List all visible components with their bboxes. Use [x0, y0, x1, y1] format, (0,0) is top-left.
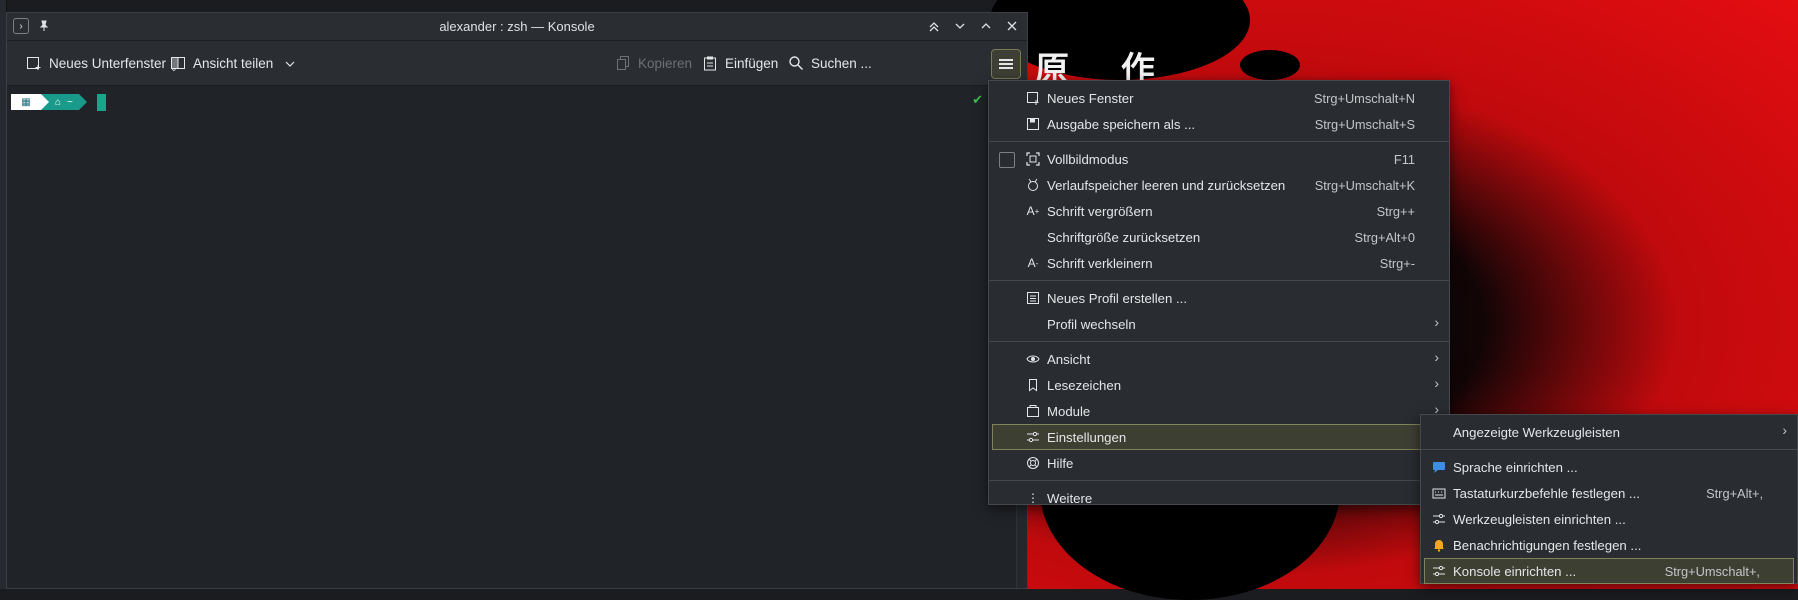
menu-separator — [989, 480, 1449, 481]
submenu-item-shown-toolbars[interactable]: Angezeigte Werkzeugleisten › — [1421, 419, 1797, 445]
bell-icon — [1431, 537, 1447, 553]
fullscreen-icon — [1025, 151, 1041, 167]
submenu-item-shortcuts[interactable]: Tastaturkurzbefehle festlegen ... Strg+A… — [1421, 480, 1797, 506]
new-tab-icon — [25, 54, 43, 72]
hamburger-menu: Neues Fenster Strg+Umschalt+N Ausgabe sp… — [988, 80, 1450, 506]
submenu-item-configure-konsole[interactable]: Konsole einrichten ... Strg+Umschalt+, — [1424, 558, 1794, 584]
prompt-directory: ⌂ ~ — [49, 94, 79, 110]
chevron-right-icon: › — [1434, 375, 1439, 391]
chevron-right-icon: › — [1782, 422, 1787, 438]
menu-item-more[interactable]: ⋮ Weitere — [989, 485, 1449, 511]
search-icon — [787, 54, 805, 72]
menu-item-new-window[interactable]: Neues Fenster Strg+Umschalt+N — [989, 85, 1449, 111]
menu-item-save-output[interactable]: Ausgabe speichern als ... Strg+Umschalt+… — [989, 111, 1449, 137]
maximize-icon[interactable] — [977, 17, 995, 35]
settings-submenu: Angezeigte Werkzeugleisten › Sprache ein… — [1420, 414, 1798, 584]
submenu-item-language[interactable]: Sprache einrichten ... — [1421, 454, 1797, 480]
keyboard-icon — [1431, 485, 1447, 501]
new-profile-icon — [1025, 290, 1041, 306]
text-cursor — [96, 93, 106, 111]
help-icon — [1025, 455, 1041, 471]
terminal-area[interactable]: ▦ ⌂ ~ ✔ — [7, 86, 1027, 588]
menu-item-bookmarks[interactable]: Lesezeichen › — [989, 372, 1449, 398]
font-bigger-icon: A + — [1026, 204, 1040, 218]
main-toolbar: Neues Unterfenster ⌄ Ansicht teilen Kopi… — [7, 41, 1027, 86]
new-tab-button[interactable]: Neues Unterfenster ⌄ — [19, 49, 184, 77]
settings-sliders-icon — [1025, 429, 1041, 445]
menu-item-reset-font[interactable]: Schriftgröße zurücksetzen Strg+Alt+0 — [989, 224, 1449, 250]
menu-item-switch-profile[interactable]: Profil wechseln › — [989, 311, 1449, 337]
menu-separator — [989, 141, 1449, 142]
copy-label: Kopieren — [638, 55, 693, 71]
keep-above-icon[interactable] — [925, 17, 943, 35]
split-view-label: Ansicht teilen — [193, 55, 274, 71]
chevron-right-icon: › — [1434, 314, 1439, 330]
menu-item-font-smaller[interactable]: A- Schrift verkleinern Strg+- — [989, 250, 1449, 276]
search-button[interactable]: Suchen ... — [781, 49, 878, 77]
hamburger-menu-button[interactable] — [991, 49, 1021, 79]
submenu-item-notifications[interactable]: Benachrichtigungen festlegen ... — [1421, 532, 1797, 558]
window-menu-icon[interactable]: › — [13, 18, 29, 34]
menu-item-help[interactable]: Hilfe › — [989, 450, 1449, 476]
font-smaller-icon: A- — [1027, 256, 1039, 270]
copy-icon — [614, 54, 632, 72]
fullscreen-checkbox[interactable] — [999, 152, 1015, 168]
minimize-icon[interactable] — [951, 17, 969, 35]
submenu-item-toolbars[interactable]: Werkzeugleisten einrichten ... — [1421, 506, 1797, 532]
menu-item-clear-history[interactable]: Verlaufspeicher leeren und zurücksetzen … — [989, 172, 1449, 198]
bookmark-icon — [1025, 377, 1041, 393]
hamburger-icon — [999, 57, 1013, 71]
language-icon — [1431, 459, 1447, 475]
paste-button[interactable]: Einfügen — [695, 49, 784, 77]
menu-separator — [989, 341, 1449, 342]
konsole-window: › alexander : zsh — Konsole Neues Unterf… — [6, 12, 1028, 589]
os-icon: ▦ — [11, 94, 41, 110]
window-title: alexander : zsh — Konsole — [439, 19, 595, 34]
chevron-down-icon[interactable] — [285, 56, 295, 71]
save-output-icon — [1025, 116, 1041, 132]
paste-label: Einfügen — [725, 55, 779, 71]
paste-icon — [701, 54, 719, 72]
pin-icon[interactable] — [35, 17, 53, 35]
shell-prompt: ▦ ⌂ ~ — [11, 93, 106, 111]
eye-icon — [1025, 351, 1041, 367]
prompt-dir-label: ~ — [67, 96, 73, 108]
split-view-button[interactable]: Ansicht teilen — [163, 49, 301, 77]
settings-sliders-icon — [1431, 563, 1447, 579]
menu-item-plugins[interactable]: Module › — [989, 398, 1449, 424]
status-check-icon: ✔ — [972, 92, 983, 107]
chevron-right-icon: › — [1434, 349, 1439, 365]
close-icon[interactable] — [1003, 17, 1021, 35]
new-window-icon — [1025, 90, 1041, 106]
title-bar[interactable]: › alexander : zsh — Konsole — [7, 13, 1027, 41]
settings-sliders-icon — [1431, 511, 1447, 527]
menu-separator — [1421, 449, 1797, 450]
menu-separator — [989, 280, 1449, 281]
menu-item-settings[interactable]: Einstellungen › — [992, 424, 1446, 450]
home-icon: ⌂ — [55, 96, 62, 108]
menu-item-fullscreen[interactable]: Vollbildmodus F11 — [989, 146, 1449, 172]
more-icon: ⋮ — [1027, 491, 1039, 505]
plugins-icon — [1025, 403, 1041, 419]
new-tab-label: Neues Unterfenster — [49, 55, 167, 71]
split-view-icon — [169, 54, 187, 72]
menu-item-new-profile[interactable]: Neues Profil erstellen ... — [989, 285, 1449, 311]
clear-history-icon — [1025, 177, 1041, 193]
search-label: Suchen ... — [811, 55, 872, 71]
menu-item-view[interactable]: Ansicht › — [989, 346, 1449, 372]
menu-item-font-bigger[interactable]: A + Schrift vergrößern Strg++ — [989, 198, 1449, 224]
copy-button[interactable]: Kopieren — [608, 49, 698, 77]
